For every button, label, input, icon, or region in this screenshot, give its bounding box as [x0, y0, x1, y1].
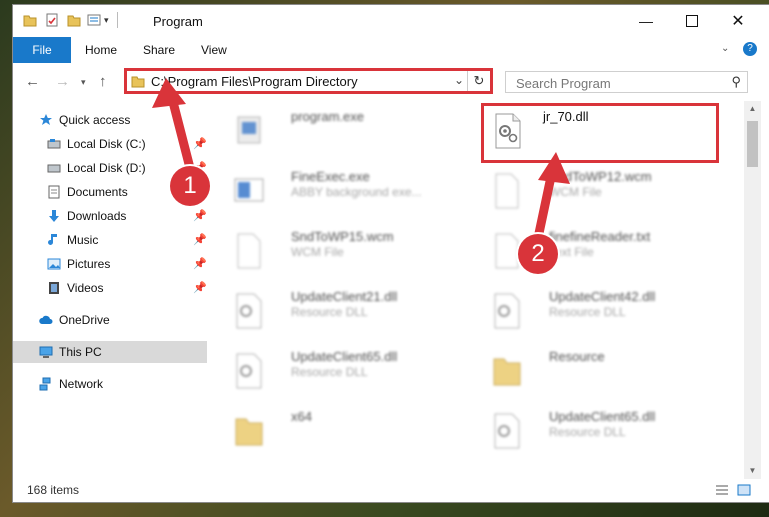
arrow-1-head: [152, 78, 186, 108]
annotation-arrows: [152, 78, 570, 243]
callout-badge-1: 1: [170, 166, 210, 206]
arrow-2-head: [538, 152, 570, 184]
callout-badge-2: 2: [518, 234, 558, 274]
arrow-1-shaft: [167, 93, 195, 173]
arrow-2-shaft: [533, 167, 557, 243]
